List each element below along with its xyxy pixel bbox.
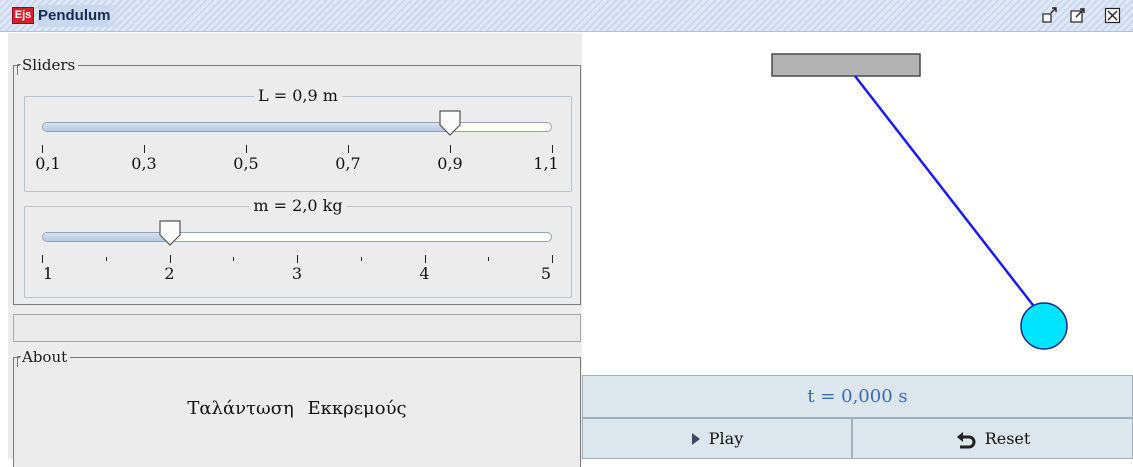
tick-label: 1 [42,264,54,283]
window-title-bar: Ejs Pendulum [0,0,1133,32]
length-slider-thumb[interactable] [439,110,461,136]
minor-tick [105,257,107,261]
reset-button-label: Reset [984,429,1031,448]
reset-button[interactable]: Reset [852,418,1133,459]
length-slider-fill [43,123,450,131]
tick-label: 1,1 [533,154,559,173]
time-display: t = 0,000 s [582,375,1133,418]
major-tick [42,145,43,153]
major-tick [169,255,171,263]
minor-tick [488,257,490,261]
tick-label: 0,7 [335,154,361,173]
minor-tick [233,257,235,261]
mass-slider-track[interactable] [42,232,552,242]
major-tick [246,145,247,153]
major-tick [552,255,553,263]
reset-icon [956,431,976,448]
about-group-title: About [16,348,71,367]
length-slider-frame: L = 0,9 m 0,1 0,3 0,5 0,7 0,9 1,1 [24,86,572,192]
mass-slider-thumb[interactable] [158,220,181,246]
tick-label: 3 [291,264,303,283]
tick-label: 0,3 [131,154,157,173]
about-group: About Ταλάντωση Εκκρεμούς [13,348,581,467]
detach-icon[interactable] [1069,7,1087,24]
pendulum-bob[interactable] [1020,302,1068,350]
control-panel: Sliders L = 0,9 m 0,1 0,3 0,5 0,7 0,9 1,1 m =… [8,33,582,467]
mass-slider-fill [43,233,170,241]
tick-label: 5 [540,264,552,283]
play-button[interactable]: Play [582,418,852,459]
ejs-logo-icon: Ejs [12,7,34,24]
pendulum-support [771,53,921,77]
major-tick [297,255,298,263]
mass-slider-ticks [25,255,571,263]
pendulum-rod [854,75,1044,319]
play-button-label: Play [708,429,744,448]
simulation-canvas[interactable] [582,33,1133,375]
window-title: Pendulum [38,5,121,27]
length-slider-label: L = 0,9 m [254,86,342,105]
tick-label: 0,5 [233,154,259,173]
tick-label: 2 [164,264,175,283]
play-icon [691,432,700,445]
mass-slider-label: m = 2,0 kg [249,196,347,215]
mass-slider-frame: m = 2,0 kg 1 2 3 4 5 [24,196,572,298]
minor-tick [360,257,362,261]
restore-icon[interactable] [1041,7,1059,24]
major-tick [552,145,553,153]
close-icon[interactable] [1104,7,1122,24]
status-field [13,314,581,342]
about-text: Ταλάντωση Εκκρεμούς [187,398,407,419]
length-slider-track[interactable] [42,122,552,132]
major-tick [42,255,43,263]
tick-label: 0,1 [35,154,61,173]
sliders-group: Sliders L = 0,9 m 0,1 0,3 0,5 0,7 0,9 1,1 m =… [13,56,581,305]
sliders-group-title: Sliders [16,56,79,75]
major-tick [348,145,349,153]
tick-label: 0,9 [437,154,463,173]
major-tick [450,145,451,153]
length-slider-ticks [25,145,571,153]
tick-label: 4 [419,264,430,283]
major-tick [424,255,426,263]
major-tick [144,145,145,153]
